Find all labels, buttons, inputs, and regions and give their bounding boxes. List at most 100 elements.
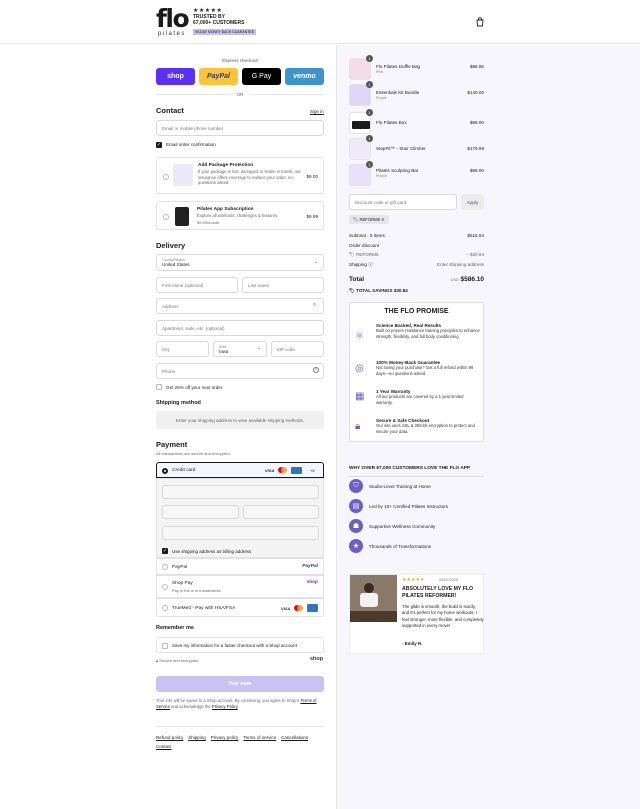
shipping-label: Shipping ⓘ bbox=[349, 262, 373, 267]
email-offers-checkbox[interactable]: ✓ bbox=[156, 142, 162, 148]
state-chevron-icon: ⌄ bbox=[257, 345, 262, 351]
truemed-option[interactable]: TrueMed - Pay with HSA/FSA VISA bbox=[156, 598, 324, 617]
remove-code-icon[interactable]: ✕ bbox=[380, 217, 385, 222]
review-text: The glide is smooth, the build is sturdy… bbox=[402, 604, 484, 628]
refund-policy-link[interactable]: Refund policy bbox=[156, 735, 183, 740]
zip-field[interactable]: ZIP code bbox=[271, 341, 324, 357]
product-price: $99.00 bbox=[469, 120, 484, 125]
applied-code-tag: 🏷︎ REFORM5 ✕ bbox=[349, 215, 389, 224]
legal-text-1: Your info will be saved to a Shop accoun… bbox=[156, 698, 300, 703]
discount-offer-label: Get 25% off your next order bbox=[166, 385, 223, 390]
shop-pay-button[interactable]: shop bbox=[156, 68, 195, 85]
save-info-checkbox[interactable] bbox=[162, 643, 168, 649]
chevron-down-icon: ⌄ bbox=[314, 259, 319, 265]
venmo-button[interactable]: venmo bbox=[285, 68, 324, 85]
promise-title: THE FLO PROMISE bbox=[384, 308, 449, 315]
paypal-button[interactable]: PayPal bbox=[199, 68, 238, 85]
shipping-method-heading: Shipping method bbox=[156, 400, 201, 406]
last-name-field[interactable]: Last name bbox=[242, 277, 324, 293]
shopping-bag-icon[interactable] bbox=[475, 17, 485, 27]
delivery-heading: Delivery bbox=[156, 241, 186, 250]
billing-same-checkbox[interactable]: ✓ bbox=[162, 548, 168, 554]
review-title: ABSOLUTELY LOVE MY FLO PILATES REFORMER! bbox=[402, 586, 474, 599]
privacy-link[interactable]: Privacy Policy bbox=[212, 704, 238, 709]
product-variant: Purple bbox=[376, 174, 387, 178]
apartment-field[interactable]: Apartment, suite, etc. (optional) bbox=[156, 320, 324, 336]
why-item: ★ Thousands of Transformations bbox=[349, 539, 431, 553]
total-row: Total USD $586.10 bbox=[349, 276, 484, 283]
security-code-field[interactable] bbox=[243, 505, 319, 519]
box-shape bbox=[352, 121, 370, 129]
privacy-policy-link[interactable]: Privacy policy bbox=[211, 735, 239, 740]
terms-of-service-link[interactable]: Terms of service bbox=[243, 735, 276, 740]
atom-icon: ⚛ bbox=[355, 331, 364, 342]
credit-card-option[interactable]: Credit card VISA +6 bbox=[156, 462, 324, 478]
contact-heading: Contact bbox=[156, 106, 184, 115]
card-number-field[interactable] bbox=[162, 485, 319, 499]
or-divider: OR bbox=[156, 92, 324, 97]
site-header: flo pilates ★★★★★ TRUSTED BY 67,000+ CUS… bbox=[0, 0, 640, 44]
first-name-field[interactable]: First name (optional) bbox=[156, 277, 238, 293]
package-protection-checkbox[interactable] bbox=[163, 174, 169, 180]
city-field[interactable]: City bbox=[156, 341, 209, 357]
app-subscription-price: $9.99 bbox=[306, 214, 319, 219]
legal-and: and acknowledge the bbox=[171, 703, 211, 709]
pay-now-button[interactable]: Pay now bbox=[156, 676, 324, 692]
google-pay-button[interactable]: G Pay bbox=[242, 68, 281, 85]
app-subscription-card[interactable]: Pilates App Subscription Explore all wor… bbox=[156, 201, 324, 230]
package-protection-card[interactable]: Add Package Protection If your package i… bbox=[156, 157, 324, 194]
rating-stars: ★★★★★ bbox=[193, 8, 223, 14]
shipping-row: Shipping ⓘ Enter shipping address bbox=[349, 262, 484, 268]
promise-item: Secure & Safe Checkout Our site uses SSL… bbox=[376, 418, 475, 434]
credit-card-radio[interactable] bbox=[162, 468, 168, 474]
email-field[interactable]: Email or mobile phone number bbox=[156, 120, 324, 136]
app-subscription-sub: $9.99/month bbox=[197, 220, 220, 225]
billing-same-label: Use shipping address as billing address bbox=[172, 549, 252, 554]
payment-heading: Payment bbox=[156, 440, 188, 449]
cancellations-link[interactable]: Cancellations bbox=[281, 735, 308, 740]
phone-app-image bbox=[175, 207, 189, 226]
discount-offer-checkbox[interactable] bbox=[156, 384, 162, 390]
shipping-link[interactable]: Shipping bbox=[188, 735, 206, 740]
address-field[interactable]: Address bbox=[156, 298, 324, 314]
shop-pay-radio[interactable] bbox=[162, 584, 168, 590]
product-name: Flo Pilates Duffle Bag bbox=[376, 64, 421, 69]
info-icon[interactable]: ⓘ bbox=[368, 262, 373, 267]
why-divider bbox=[349, 476, 484, 477]
footer-divider bbox=[156, 726, 324, 727]
flo-promise-box: THE FLO PROMISE ⚛ Science Backed, Real R… bbox=[349, 302, 484, 442]
footer-links: Refund policy Shipping Privacy policy Terms… bbox=[156, 733, 324, 751]
name-on-card-field[interactable] bbox=[162, 526, 319, 540]
discount-code-field[interactable]: Discount code or gift card bbox=[349, 194, 457, 210]
calendar-icon: ▦ bbox=[355, 391, 365, 402]
paypal-option[interactable]: PayPal PayPal bbox=[156, 558, 324, 575]
amex-icon bbox=[291, 467, 302, 474]
app-subscription-checkbox[interactable] bbox=[163, 214, 169, 220]
contact-link[interactable]: Contact bbox=[156, 744, 172, 749]
package-protection-desc: If your package is lost, damaged or stol… bbox=[198, 169, 301, 185]
sign-in-link[interactable]: Sign in bbox=[310, 109, 324, 114]
promise-item: Science Backed, Real Results Built on pr… bbox=[376, 323, 480, 339]
phone-field[interactable]: Phone bbox=[156, 363, 324, 379]
product-name: Pilates Sculpting Bar bbox=[376, 168, 419, 173]
country-select[interactable]: Country/Region United States bbox=[156, 254, 324, 271]
product-name: Essentials Kit Bundle bbox=[376, 90, 420, 95]
shop-pay-option[interactable]: Shop Pay Pay in full or in installments … bbox=[156, 575, 324, 598]
product-name: StepFit™ - Stair Climber bbox=[376, 146, 426, 151]
apply-button[interactable]: Apply bbox=[461, 194, 484, 210]
help-icon[interactable]: ? bbox=[313, 367, 319, 373]
expiration-field[interactable] bbox=[162, 505, 239, 519]
search-icon: ⌕ bbox=[313, 302, 317, 308]
trusted-line2: 67,000+ CUSTOMERS bbox=[193, 20, 245, 26]
badge-icon: ▤ bbox=[349, 499, 363, 513]
logo-flo[interactable]: flo bbox=[156, 6, 190, 31]
shop-logo: shop bbox=[306, 580, 318, 585]
truemed-radio[interactable] bbox=[162, 605, 168, 611]
app-subscription-title: Pilates App Subscription bbox=[197, 207, 254, 212]
review-photo-figure bbox=[364, 583, 374, 593]
app-subscription-desc: Explore all workouts, challenges & featu… bbox=[197, 213, 279, 218]
save-info-box[interactable]: Save my information for a faster checkou… bbox=[156, 637, 324, 653]
remember-heading: Remember me bbox=[156, 625, 194, 631]
paypal-radio[interactable] bbox=[162, 564, 168, 570]
discount-code-row: 🏷︎ REFORM5 − $30.84 bbox=[349, 252, 484, 258]
